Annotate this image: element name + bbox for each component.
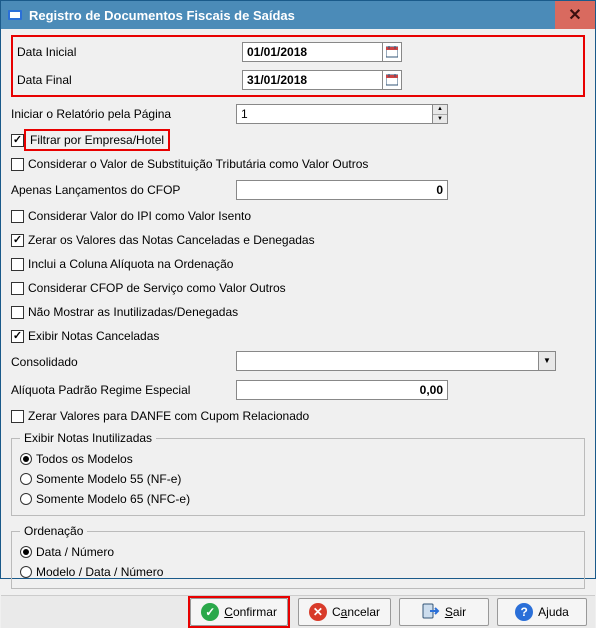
app-icon [7,7,23,23]
label-modelo-data-numero: Modelo / Data / Número [36,565,163,579]
ajuda-button[interactable]: ? Ajuda [497,598,587,626]
confirmar-button[interactable]: ✓ Confirmar [190,598,288,626]
input-cfop[interactable] [236,180,448,200]
btn-sair-rest: air [453,605,466,619]
check-cfop-serv-outros[interactable] [11,282,24,295]
chevron-up-icon[interactable]: ▲ [433,105,447,115]
close-button[interactable]: ✕ [555,1,595,29]
label-data-inicial: Data Inicial [17,45,242,59]
radio-modelo-55[interactable] [20,473,32,485]
label-zerar-canc-den: Zerar os Valores das Notas Canceladas e … [28,233,315,247]
check-exibir-canceladas[interactable] [11,330,24,343]
btn-cancelar-rest: ncelar [347,605,380,619]
help-icon: ? [515,603,533,621]
window-root: Registro de Documentos Fiscais de Saídas… [0,0,596,579]
form-content: Data Inicial Data Final [1,29,595,595]
check-nao-mostrar-inut[interactable] [11,306,24,319]
legend-ordenacao: Ordenação [20,524,87,538]
label-iniciar-pagina: Iniciar o Relatório pela Página [11,107,236,121]
highlight-filtrar-empresa: Filtrar por Empresa/Hotel [24,129,170,151]
exit-icon [422,602,440,623]
check-col-aliq-orden[interactable] [11,258,24,271]
date-range-highlight: Data Inicial Data Final [11,35,585,97]
input-data-inicial[interactable] [242,42,382,62]
label-consolidado: Consolidado [11,355,236,369]
label-modelo-65: Somente Modelo 65 (NFC-e) [36,492,190,506]
sair-button[interactable]: Sair [399,598,489,626]
legend-inutilizadas: Exibir Notas Inutilizadas [20,431,156,445]
titlebar: Registro de Documentos Fiscais de Saídas… [1,1,595,29]
radio-modelo-data-numero[interactable] [20,566,32,578]
label-data-numero: Data / Número [36,545,114,559]
check-zerar-canc-den[interactable] [11,234,24,247]
btn-confirmar-rest: onfirmar [233,605,277,619]
btn-ajuda-rest: uda [549,605,569,619]
label-filtrar-empresa: Filtrar por Empresa/Hotel [30,133,164,147]
chevron-down-icon[interactable]: ▼ [538,351,556,371]
close-icon: ✕ [309,603,327,621]
label-todos-modelos: Todos os Modelos [36,452,133,466]
chevron-down-icon[interactable]: ▼ [433,115,447,124]
combo-consolidado[interactable] [236,351,538,371]
check-zerar-danfe[interactable] [11,410,24,423]
label-aliquota: Alíquota Padrão Regime Especial [11,383,236,397]
radio-todos-modelos[interactable] [20,453,32,465]
window-title: Registro de Documentos Fiscais de Saídas [29,8,555,23]
input-iniciar-pagina[interactable] [236,104,432,124]
radio-modelo-65[interactable] [20,493,32,505]
calendar-icon[interactable] [382,70,402,90]
label-nao-mostrar-inut: Não Mostrar as Inutilizadas/Denegadas [28,305,238,319]
check-icon: ✓ [201,603,219,621]
label-ipi-isento: Considerar Valor do IPI como Valor Isent… [28,209,251,223]
button-bar: ✓ Confirmar ✕ Cancelar Sair ? Ajuda [1,595,595,628]
input-data-final[interactable] [242,70,382,90]
group-inutilizadas: Exibir Notas Inutilizadas Todos os Model… [11,431,585,516]
group-ordenacao: Ordenação Data / Número Modelo / Data / … [11,524,585,589]
label-zerar-danfe: Zerar Valores para DANFE com Cupom Relac… [28,409,309,423]
label-cfop: Apenas Lançamentos do CFOP [11,183,236,197]
label-subst-trib: Considerar o Valor de Substituição Tribu… [28,157,368,171]
highlight-confirmar: ✓ Confirmar [188,596,290,628]
radio-data-numero[interactable] [20,546,32,558]
check-ipi-isento[interactable] [11,210,24,223]
spinner-buttons[interactable]: ▲▼ [432,104,448,124]
label-exibir-canceladas: Exibir Notas Canceladas [28,329,159,343]
input-aliquota[interactable] [236,380,448,400]
label-col-aliq-orden: Inclui a Coluna Alíquota na Ordenação [28,257,233,271]
label-cfop-serv-outros: Considerar CFOP de Serviço como Valor Ou… [28,281,286,295]
label-modelo-55: Somente Modelo 55 (NF-e) [36,472,181,486]
check-filtrar-empresa[interactable] [11,134,24,147]
label-data-final: Data Final [17,73,242,87]
cancelar-button[interactable]: ✕ Cancelar [298,598,391,626]
check-subst-trib[interactable] [11,158,24,171]
calendar-icon[interactable] [382,42,402,62]
